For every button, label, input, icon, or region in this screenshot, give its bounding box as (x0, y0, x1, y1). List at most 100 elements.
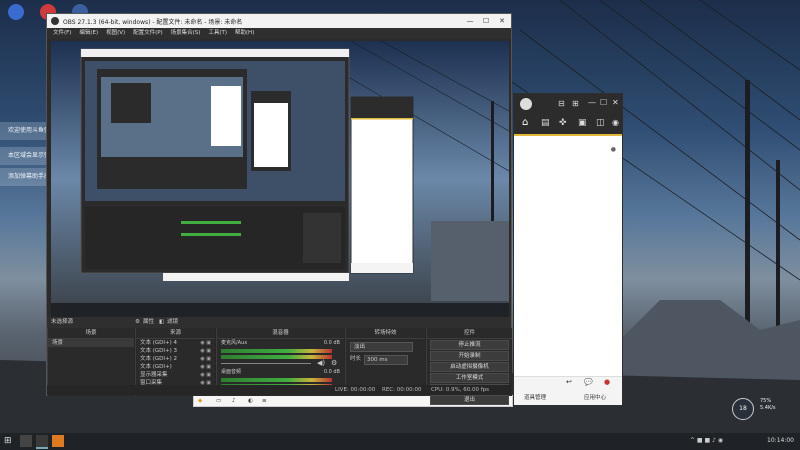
weather-widget[interactable]: 18 (732, 398, 754, 420)
list-icon[interactable]: ▤ (541, 118, 550, 128)
filters-button[interactable]: 滤镜 (167, 317, 178, 328)
taskbar-obs-icon[interactable] (36, 435, 48, 449)
mic-slider-row: ◀) ⚙ (217, 359, 344, 368)
source-visibility-icon[interactable]: ◉ ▣ (200, 355, 211, 363)
source-visibility-icon[interactable]: ◉ ▣ (200, 363, 211, 371)
properties-button[interactable]: 属性 (143, 317, 154, 328)
menu-help[interactable]: 帮助(H) (235, 28, 254, 39)
app-center-label[interactable]: 应用中心 (584, 393, 606, 401)
duration-label: 时长 (350, 356, 362, 362)
maximize-button[interactable]: ☐ (479, 16, 493, 26)
temperature-value: 18 (739, 405, 747, 412)
mic-gear-icon[interactable]: ⚙ (331, 359, 337, 367)
transition-type-value: 淡出 (354, 344, 366, 350)
speaker-icon[interactable]: ◐ (248, 396, 253, 407)
rec-status: REC: 00:00:00 (382, 387, 422, 393)
source-toolbar: 未选择源 ⚙ 属性 ◧ 滤镜 (47, 317, 511, 328)
props-manage-label[interactable]: 道具管理 (524, 393, 546, 401)
assistant-bottom-bar: ↩ 💬 ● 道具管理 应用中心 (514, 376, 622, 405)
mic-icon[interactable]: ● (604, 378, 610, 386)
menu-profile[interactable]: 配置文件(P) (133, 28, 163, 39)
home-icon[interactable]: ⌂ (522, 117, 528, 128)
menu-file[interactable]: 文件(F) (53, 28, 71, 39)
source-item[interactable]: 文本 (GDI+) 4 ◉ ▣ (136, 339, 215, 347)
taskbar-clock[interactable]: 10:14:00 (767, 437, 794, 444)
start-virtual-camera-button[interactable]: 启动虚拟摄像机 (430, 362, 509, 372)
transition-select[interactable]: 淡出 (350, 342, 413, 352)
comment-icon[interactable]: 💬 (584, 378, 593, 386)
mixer-channel-desktop: 桌面音频 0.0 dB (217, 368, 344, 376)
source-name: 文本 (GDI+) (140, 364, 172, 370)
source-visibility-icon[interactable]: ◉ ▣ (200, 339, 211, 347)
mixer-channel-name: 桌面音频 (221, 369, 242, 375)
assistant-logo-icon (520, 98, 532, 110)
source-item[interactable]: 文本 (GDI+) 2 ◉ ▣ (136, 355, 215, 363)
menu-tools[interactable]: 工具(T) (208, 28, 227, 39)
studio-mode-button[interactable]: 工作室模式 (430, 373, 509, 383)
menu-scene-collection[interactable]: 场景集合(S) (171, 28, 201, 39)
douyu-logo-icon: ◆ (198, 398, 203, 404)
gift-icon[interactable]: ▣ (578, 118, 587, 128)
volume-meter (221, 378, 332, 382)
assistant-menu-icon[interactable]: ⊟ (558, 99, 565, 108)
scene-item[interactable]: 场景 (48, 339, 134, 347)
source-visibility-icon[interactable]: ◉ ▣ (200, 371, 211, 379)
source-name: 显示器采集 (140, 372, 168, 378)
assistant-max-icon[interactable]: ☐ (600, 98, 607, 107)
mic-toolbar-icon[interactable]: ♪ (232, 396, 236, 407)
taskbar: ⊞ ^ ■ ■ ♪ ◉ 10:14:00 (0, 433, 800, 450)
filters-icon[interactable]: ◧ (159, 317, 164, 328)
assistant-pin-icon[interactable]: ⊞ (572, 99, 579, 108)
volume-slider[interactable] (221, 363, 311, 364)
lock-icon[interactable]: ◉ (612, 118, 619, 127)
settings-small-icon[interactable]: ● (611, 146, 616, 153)
live-status: LIVE: 00:00:00 (335, 387, 376, 393)
taskbar-app-icon[interactable] (20, 435, 32, 447)
chat-icon[interactable]: ◫ (596, 118, 605, 128)
mic-speaker-icon[interactable]: ◀) (317, 359, 325, 367)
assistant-close-icon[interactable]: ✕ (612, 98, 619, 107)
mixer-header: 混音器 (217, 328, 344, 339)
exit-button[interactable]: 退出 (430, 395, 509, 405)
properties-gear-icon[interactable]: ⚙ (135, 317, 140, 328)
source-name: 文本 (GDI+) 4 (140, 340, 178, 346)
menu-view[interactable]: 视图(V) (106, 28, 125, 39)
obs-window[interactable]: OBS 27.1.3 (64-bit, windows) - 配置文件: 未命名… (46, 13, 512, 405)
obs-preview[interactable] (51, 41, 509, 317)
sliders-icon[interactable]: ≡ (262, 396, 267, 407)
mixer-channel-db: 0.0 dB (323, 369, 340, 375)
close-button[interactable]: ✕ (495, 16, 509, 26)
transition-duration-row: 时长 300 ms (350, 355, 421, 365)
source-visibility-icon[interactable]: ◉ ▣ (200, 347, 211, 355)
transitions-header: 转场特效 (346, 328, 425, 339)
tray-icons[interactable]: ^ ■ ■ ♪ ◉ (690, 437, 723, 444)
source-name: 文本 (GDI+) 2 (140, 356, 178, 362)
taskbar-douyu-icon[interactable] (52, 435, 64, 447)
minimize-button[interactable]: — (463, 16, 477, 26)
network-widget: 75% 5.4K/s (760, 398, 776, 412)
scenes-header: 场景 (48, 328, 134, 339)
obs-window-title: OBS 27.1.3 (64-bit, windows) - 配置文件: 未命名… (63, 19, 243, 26)
net-speed: 5.4K/s (760, 405, 776, 411)
douyu-assistant-window[interactable]: ⊟ ⊞ — ☐ ✕ ⌂ ▤ ✜ ▣ ◫ ◉ ● ↩ 💬 ● 道具管理 应用中心 (513, 93, 623, 406)
obs-menubar: 文件(F) 编辑(E) 视图(V) 配置文件(P) 场景集合(S) 工具(T) … (47, 28, 511, 39)
obs-titlebar[interactable]: OBS 27.1.3 (64-bit, windows) - 配置文件: 未命名… (47, 14, 511, 28)
source-item[interactable]: 文本 (GDI+) ◉ ▣ (136, 363, 215, 371)
desktop-app-icon-1[interactable] (8, 4, 24, 20)
gamepad-icon[interactable]: ✜ (559, 118, 567, 128)
start-recording-button[interactable]: 开始录制 (430, 351, 509, 361)
unselected-source-label: 未选择源 (51, 319, 74, 325)
duration-input[interactable]: 300 ms (364, 355, 408, 365)
assistant-min-icon[interactable]: — (588, 98, 596, 107)
source-item[interactable]: 文本 (GDI+) 3 ◉ ▣ (136, 347, 215, 355)
stop-streaming-button[interactable]: 停止推流 (430, 340, 509, 350)
source-name: 文本 (GDI+) 3 (140, 348, 178, 354)
menu-edit[interactable]: 编辑(E) (79, 28, 98, 39)
camera-icon[interactable]: ▭ (216, 396, 221, 407)
assistant-titlebar[interactable]: ⊟ ⊞ — ☐ ✕ (514, 94, 622, 114)
preview-capture-image (51, 41, 509, 317)
reply-icon[interactable]: ↩ (566, 378, 572, 386)
start-icon[interactable]: ⊞ (4, 436, 12, 446)
sources-header: 来源 (136, 328, 215, 339)
source-item[interactable]: 显示器采集 ◉ ▣ (136, 371, 215, 379)
